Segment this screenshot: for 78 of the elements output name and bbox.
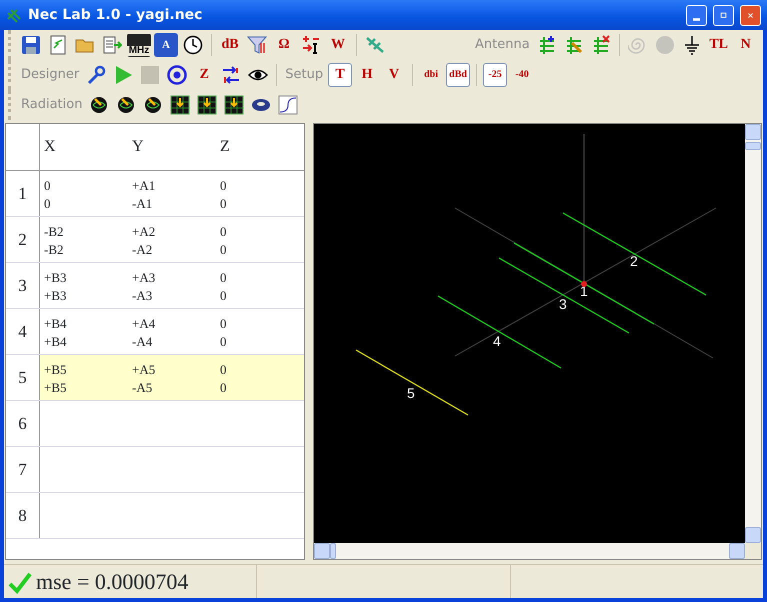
- table-cell-text: +B5: [44, 379, 68, 397]
- toolbar-label: Designer: [20, 66, 80, 84]
- toolbar-button[interactable]: V: [382, 63, 406, 87]
- table-cell-text: +B3: [44, 287, 68, 305]
- table-cell-text: +B4: [44, 315, 68, 333]
- table-cell-text: 0: [220, 269, 228, 287]
- toolbar-button[interactable]: MHz: [127, 33, 151, 57]
- toolbar-button[interactable]: N: [734, 33, 758, 57]
- table-cell-text: 0: [220, 333, 228, 351]
- plot-icon[interactable]: [168, 93, 192, 117]
- table-cell-text: +A4: [132, 315, 156, 333]
- toolbar-button[interactable]: H: [355, 63, 380, 87]
- antenna-element[interactable]: [498, 257, 630, 334]
- table-cell-text: 0: [220, 241, 228, 259]
- close-button[interactable]: [740, 4, 761, 26]
- window-title: Nec Lab 1.0 - yagi.nec: [28, 6, 204, 24]
- element-label: 3: [559, 296, 567, 312]
- table-cell-text: 0: [220, 195, 228, 213]
- toolbar-button[interactable]: dbi: [419, 63, 444, 87]
- minimize-icon: [693, 18, 700, 20]
- toolbar-label: Antenna: [474, 36, 531, 54]
- horizontal-scrollbar[interactable]: [314, 543, 745, 559]
- toolbar-button[interactable]: -40: [510, 63, 534, 87]
- table-cell-text: 0: [220, 379, 228, 397]
- clock-icon[interactable]: [181, 33, 205, 57]
- antenna-element[interactable]: [438, 295, 562, 369]
- element-label: 1: [580, 283, 588, 299]
- toolbar-button[interactable]: W: [326, 33, 350, 57]
- toolbar-label: Setup: [284, 66, 324, 84]
- table-cell-text: 0: [220, 223, 228, 241]
- table-cell-text: +A5: [132, 361, 156, 379]
- table-cell-text: -A1: [132, 195, 154, 213]
- table-cell-text: +A3: [132, 269, 156, 287]
- element-label: 5: [407, 385, 415, 401]
- target-icon[interactable]: [165, 63, 190, 87]
- table-cell-text: 0: [220, 177, 228, 195]
- vertical-scrollbar[interactable]: [745, 124, 761, 543]
- element-label: 2: [630, 253, 638, 269]
- table-cell-text: +B4: [44, 333, 68, 351]
- column-header: X: [44, 137, 57, 157]
- element-label: 4: [493, 333, 501, 349]
- table-cell-text: -A4: [132, 333, 154, 351]
- table-cell-text: +B5: [44, 361, 68, 379]
- antenna-element[interactable]: [356, 349, 468, 416]
- table-cell-text: +A1: [132, 177, 156, 195]
- table-row[interactable]: +B5 +B5 +A5 -A5 0 0: [40, 355, 304, 400]
- status-text: mse = 0.0000704: [36, 568, 188, 596]
- antenna-element[interactable]: [514, 242, 654, 325]
- table-cell-text: 0: [44, 177, 52, 195]
- toolbar-button[interactable]: A: [154, 33, 178, 57]
- column-header: Y: [132, 137, 145, 157]
- plot-icon[interactable]: [195, 93, 220, 117]
- toolbar-button[interactable]: T: [328, 63, 352, 87]
- floppy-icon[interactable]: [19, 33, 43, 57]
- curve-icon[interactable]: [276, 93, 300, 117]
- table-cell-text: 0: [44, 195, 52, 213]
- toolbar-button[interactable]: TL: [706, 33, 731, 57]
- table-cell-text: +A2: [132, 223, 156, 241]
- toolbar-button[interactable]: dB: [218, 33, 242, 57]
- antenna-element[interactable]: [562, 212, 706, 296]
- toolbar-label: Radiation: [20, 96, 84, 114]
- table-cell-text: -A2: [132, 241, 154, 259]
- table-cell-text: -B2: [44, 223, 64, 241]
- toolbar-button[interactable]: Z: [192, 63, 216, 87]
- table-cell-text: 0: [220, 361, 228, 379]
- minimize-button[interactable]: [686, 4, 707, 26]
- toolbar-button[interactable]: Ω: [272, 33, 296, 57]
- table-cell-text: +B3: [44, 269, 68, 287]
- maximize-button[interactable]: [713, 4, 734, 26]
- toolbar-button[interactable]: dBd: [446, 63, 470, 87]
- toolbar-button[interactable]: -25: [483, 63, 508, 87]
- table-cell-text: -B2: [44, 241, 64, 259]
- plot-icon[interactable]: [222, 93, 246, 117]
- table-cell-text: -A5: [132, 379, 154, 397]
- table-cell-text: 0: [220, 315, 228, 333]
- table-cell-text: -A3: [132, 287, 154, 305]
- table-cell-text: 0: [220, 287, 228, 305]
- column-header: Z: [220, 137, 231, 157]
